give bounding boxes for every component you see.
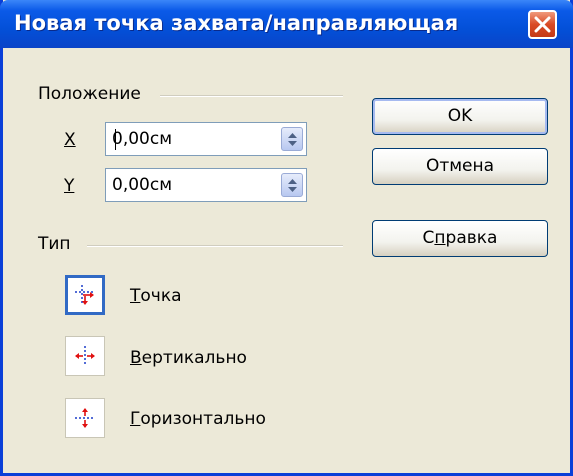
text-caret <box>115 129 116 150</box>
y-position-field[interactable]: 0,00см <box>105 168 307 202</box>
type-point-label[interactable]: Точка <box>130 286 182 306</box>
snap-vertical-icon <box>75 346 95 366</box>
dialog-title: Новая точка захвата/направляющая <box>14 11 459 35</box>
position-group-divider <box>160 95 343 97</box>
help-button[interactable]: Справка <box>372 220 548 257</box>
ok-button-label: OK <box>447 106 473 126</box>
type-group-divider <box>87 245 343 247</box>
x-label: X <box>64 130 76 150</box>
title-bar[interactable]: Новая точка захвата/направляющая <box>0 0 573 48</box>
type-horizontal-text: оризонтально <box>140 409 266 429</box>
spin-arrows-icon <box>288 179 297 192</box>
type-point-mnemonic: Т <box>130 286 141 306</box>
x-position-field[interactable]: 0,00см <box>105 122 307 156</box>
close-button[interactable] <box>528 10 557 39</box>
position-group-label: Положение <box>38 84 141 104</box>
cancel-button[interactable]: Отмена <box>372 148 548 185</box>
y-label-text: Y <box>64 176 75 196</box>
help-label-mnemonic: п <box>434 228 446 248</box>
type-point-text: очка <box>140 286 182 306</box>
ok-button[interactable]: OK <box>372 98 548 135</box>
type-horizontal-label[interactable]: Горизонтально <box>130 409 266 429</box>
snap-horizontal-icon <box>75 408 95 428</box>
type-vertical-mnemonic: В <box>130 348 142 368</box>
help-label-start: С <box>422 228 435 248</box>
type-point-option[interactable] <box>65 275 105 315</box>
y-spin-buttons[interactable] <box>281 173 303 197</box>
x-spin-buttons[interactable] <box>281 127 303 151</box>
type-group-label: Тип <box>38 234 71 254</box>
close-icon <box>534 16 551 33</box>
x-label-text: X <box>64 130 76 150</box>
type-vertical-option[interactable] <box>65 336 105 376</box>
type-vertical-label[interactable]: Вертикально <box>130 348 247 368</box>
type-vertical-text: ертикально <box>141 348 247 368</box>
snap-point-icon <box>75 285 95 305</box>
help-label-end: равка <box>445 228 498 248</box>
type-horizontal-option[interactable] <box>65 398 105 438</box>
cancel-button-label: Отмена <box>425 156 495 176</box>
y-label: Y <box>64 176 74 196</box>
type-horizontal-mnemonic: Г <box>130 409 141 429</box>
y-position-value[interactable]: 0,00см <box>112 175 172 195</box>
snap-guide-dialog: Новая точка захвата/направляющая Положен… <box>0 0 573 476</box>
spin-arrows-icon <box>288 133 297 146</box>
x-position-value[interactable]: 0,00см <box>112 129 172 149</box>
